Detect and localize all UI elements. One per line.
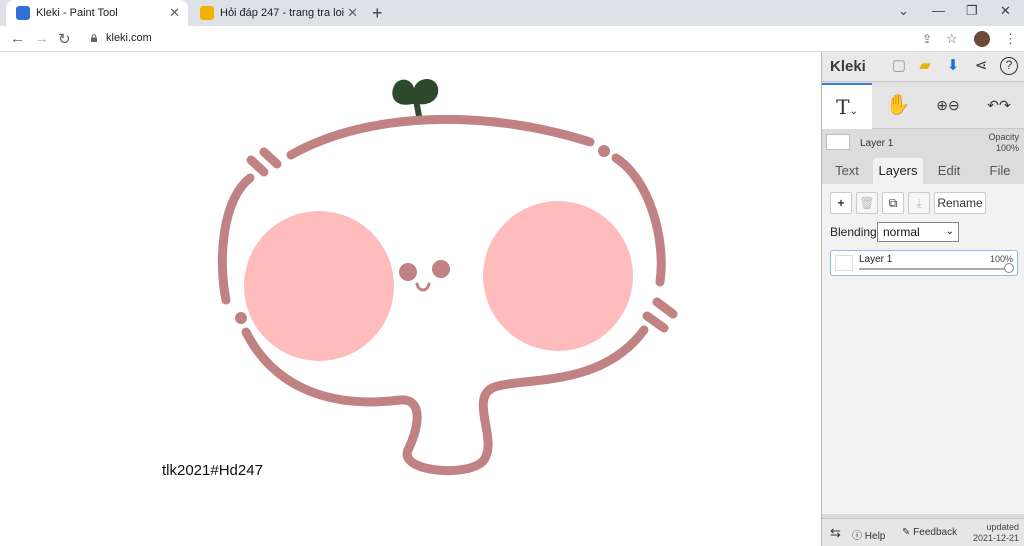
cheek-left (244, 211, 394, 361)
address-bar: ← → ↻ kleki.com ⇪ ☆ ⋮ (0, 26, 1024, 52)
dash-left-1 (246, 155, 269, 177)
sprout-stem (413, 97, 422, 119)
text-tool-icon[interactable]: T⌄ (822, 83, 872, 129)
close-icon[interactable]: ✕ (347, 5, 358, 21)
merge-layer-icon[interactable]: ⤓ (908, 192, 930, 214)
duplicate-layer-icon[interactable]: ⧉ (882, 192, 904, 214)
head-top-outline (286, 114, 595, 160)
browser-tab-bar: Kleki - Paint Tool ✕ Hỏi đáp 247 - trang… (0, 0, 1024, 26)
open-folder-icon[interactable]: ▰ (916, 57, 934, 75)
hand-tool-icon[interactable]: ✋ (874, 83, 922, 129)
layer-list-item[interactable]: Layer 1 100% (830, 250, 1018, 276)
url-input[interactable]: kleki.com (106, 32, 152, 44)
share-icon[interactable]: ⇪ (922, 32, 932, 46)
blending-value: normal (883, 225, 920, 239)
window-close-icon[interactable]: ✕ (1000, 3, 1011, 19)
logo-row: Kleki ▢ ▰ ⬇ ⋖ ? (822, 52, 1024, 82)
dash-right-2 (642, 311, 669, 333)
panel-tabs: Text Layers Edit File (822, 158, 1024, 184)
dash-right-1 (652, 297, 678, 319)
eye-right (432, 260, 450, 278)
help-icon: ⓘ (852, 531, 865, 542)
tab-edit[interactable]: Edit (924, 158, 974, 184)
eye-left (399, 263, 417, 281)
minimize-icon[interactable]: — (932, 3, 945, 18)
opacity-value: 100% (995, 143, 1019, 153)
dot-left (235, 312, 247, 324)
opacity-label: Opacity (988, 132, 1019, 142)
close-icon[interactable]: ✕ (169, 5, 180, 21)
opacity-slider-knob[interactable] (1004, 263, 1014, 273)
hoidap-favicon-icon (200, 6, 214, 20)
panel-footer: ⇆ ⓘ Help ✎ Feedback updated 2021-12-21 (822, 518, 1024, 546)
cheek-right (483, 201, 633, 351)
layers-panel: + 🗑 ⧉ ⤓ Rename Blending normal ⌄ Layer 1… (822, 184, 1024, 514)
tab-layers[interactable]: Layers (873, 158, 923, 184)
mouth (415, 282, 431, 292)
updated-info: updated 2021-12-21 (973, 522, 1019, 544)
feedback-button[interactable]: ✎ Feedback (902, 527, 957, 538)
bookmark-star-icon[interactable]: ☆ (946, 31, 958, 47)
help-label: Help (864, 531, 886, 542)
drawing (217, 79, 678, 476)
layer-thumbnail (826, 134, 850, 150)
tab-text[interactable]: Text (822, 158, 872, 184)
swap-icon[interactable]: ⇆ (830, 525, 841, 541)
share-icon[interactable]: ⋖ (972, 57, 990, 75)
feedback-icon: ✎ (902, 527, 914, 538)
updated-date: 2021-12-21 (972, 533, 1019, 543)
tool-row: T⌄ ✋ ⊕⊖ ↶↷ (822, 83, 1024, 129)
dash-left-2 (259, 147, 282, 169)
opacity-display: Opacity 100% (988, 132, 1019, 154)
layer-item-name: Layer 1 (859, 254, 893, 265)
kleki-logo: Kleki (830, 58, 866, 75)
lock-icon (91, 34, 97, 42)
forward-icon[interactable]: → (34, 30, 49, 47)
drawing-canvas[interactable]: tlk2021#Hd247 (0, 52, 821, 546)
blending-select[interactable]: normal ⌄ (877, 222, 959, 242)
layer-name: Layer 1 (860, 138, 894, 149)
help-circle-icon[interactable]: ? (1000, 57, 1018, 75)
new-tab-button[interactable]: + (372, 3, 383, 24)
rename-button[interactable]: Rename (934, 192, 986, 214)
chevron-down-icon: ⌄ (945, 226, 954, 237)
blending-label: Blending (830, 225, 877, 239)
menu-icon[interactable]: ⋮ (1004, 31, 1017, 47)
layer-item-thumbnail (835, 255, 853, 271)
back-icon[interactable]: ← (10, 30, 25, 47)
delete-layer-icon[interactable]: 🗑 (856, 192, 878, 214)
dot-top-right (598, 145, 610, 157)
profile-avatar[interactable] (974, 31, 990, 47)
restore-icon[interactable]: ❐ (966, 3, 978, 19)
new-file-icon[interactable]: ▢ (890, 57, 908, 75)
tab-search-icon[interactable]: ⌄ (898, 3, 909, 19)
updated-label: updated (986, 522, 1019, 532)
tab-kleki[interactable]: Kleki - Paint Tool ✕ (6, 0, 188, 26)
tab-title: Kleki - Paint Tool (36, 7, 118, 19)
feedback-label: Feedback (913, 527, 958, 538)
tab-file[interactable]: File (975, 158, 1024, 184)
add-layer-button[interactable]: + (830, 192, 852, 214)
kleki-side-panel: Kleki ▢ ▰ ⬇ ⋖ ? T⌄ ✋ ⊕⊖ ↶↷ Layer 1 Opaci… (821, 52, 1024, 546)
kleki-favicon-icon (16, 6, 30, 20)
undo-redo-icon[interactable]: ↶↷ (974, 83, 1024, 129)
signature-text: tlk2021#Hd247 (162, 462, 263, 479)
download-icon[interactable]: ⬇ (944, 57, 962, 75)
tab-hoidap[interactable]: Hỏi đáp 247 - trang tra loi ✕ (190, 0, 366, 26)
reload-icon[interactable]: ↻ (58, 30, 71, 48)
opacity-slider-track[interactable] (859, 268, 1009, 270)
tab-title: Hỏi đáp 247 - trang tra loi (220, 7, 345, 19)
help-button[interactable]: ⓘ Help (852, 527, 885, 542)
zoom-icon[interactable]: ⊕⊖ (924, 83, 972, 129)
current-layer-info: Layer 1 Opacity 100% (822, 130, 1024, 158)
